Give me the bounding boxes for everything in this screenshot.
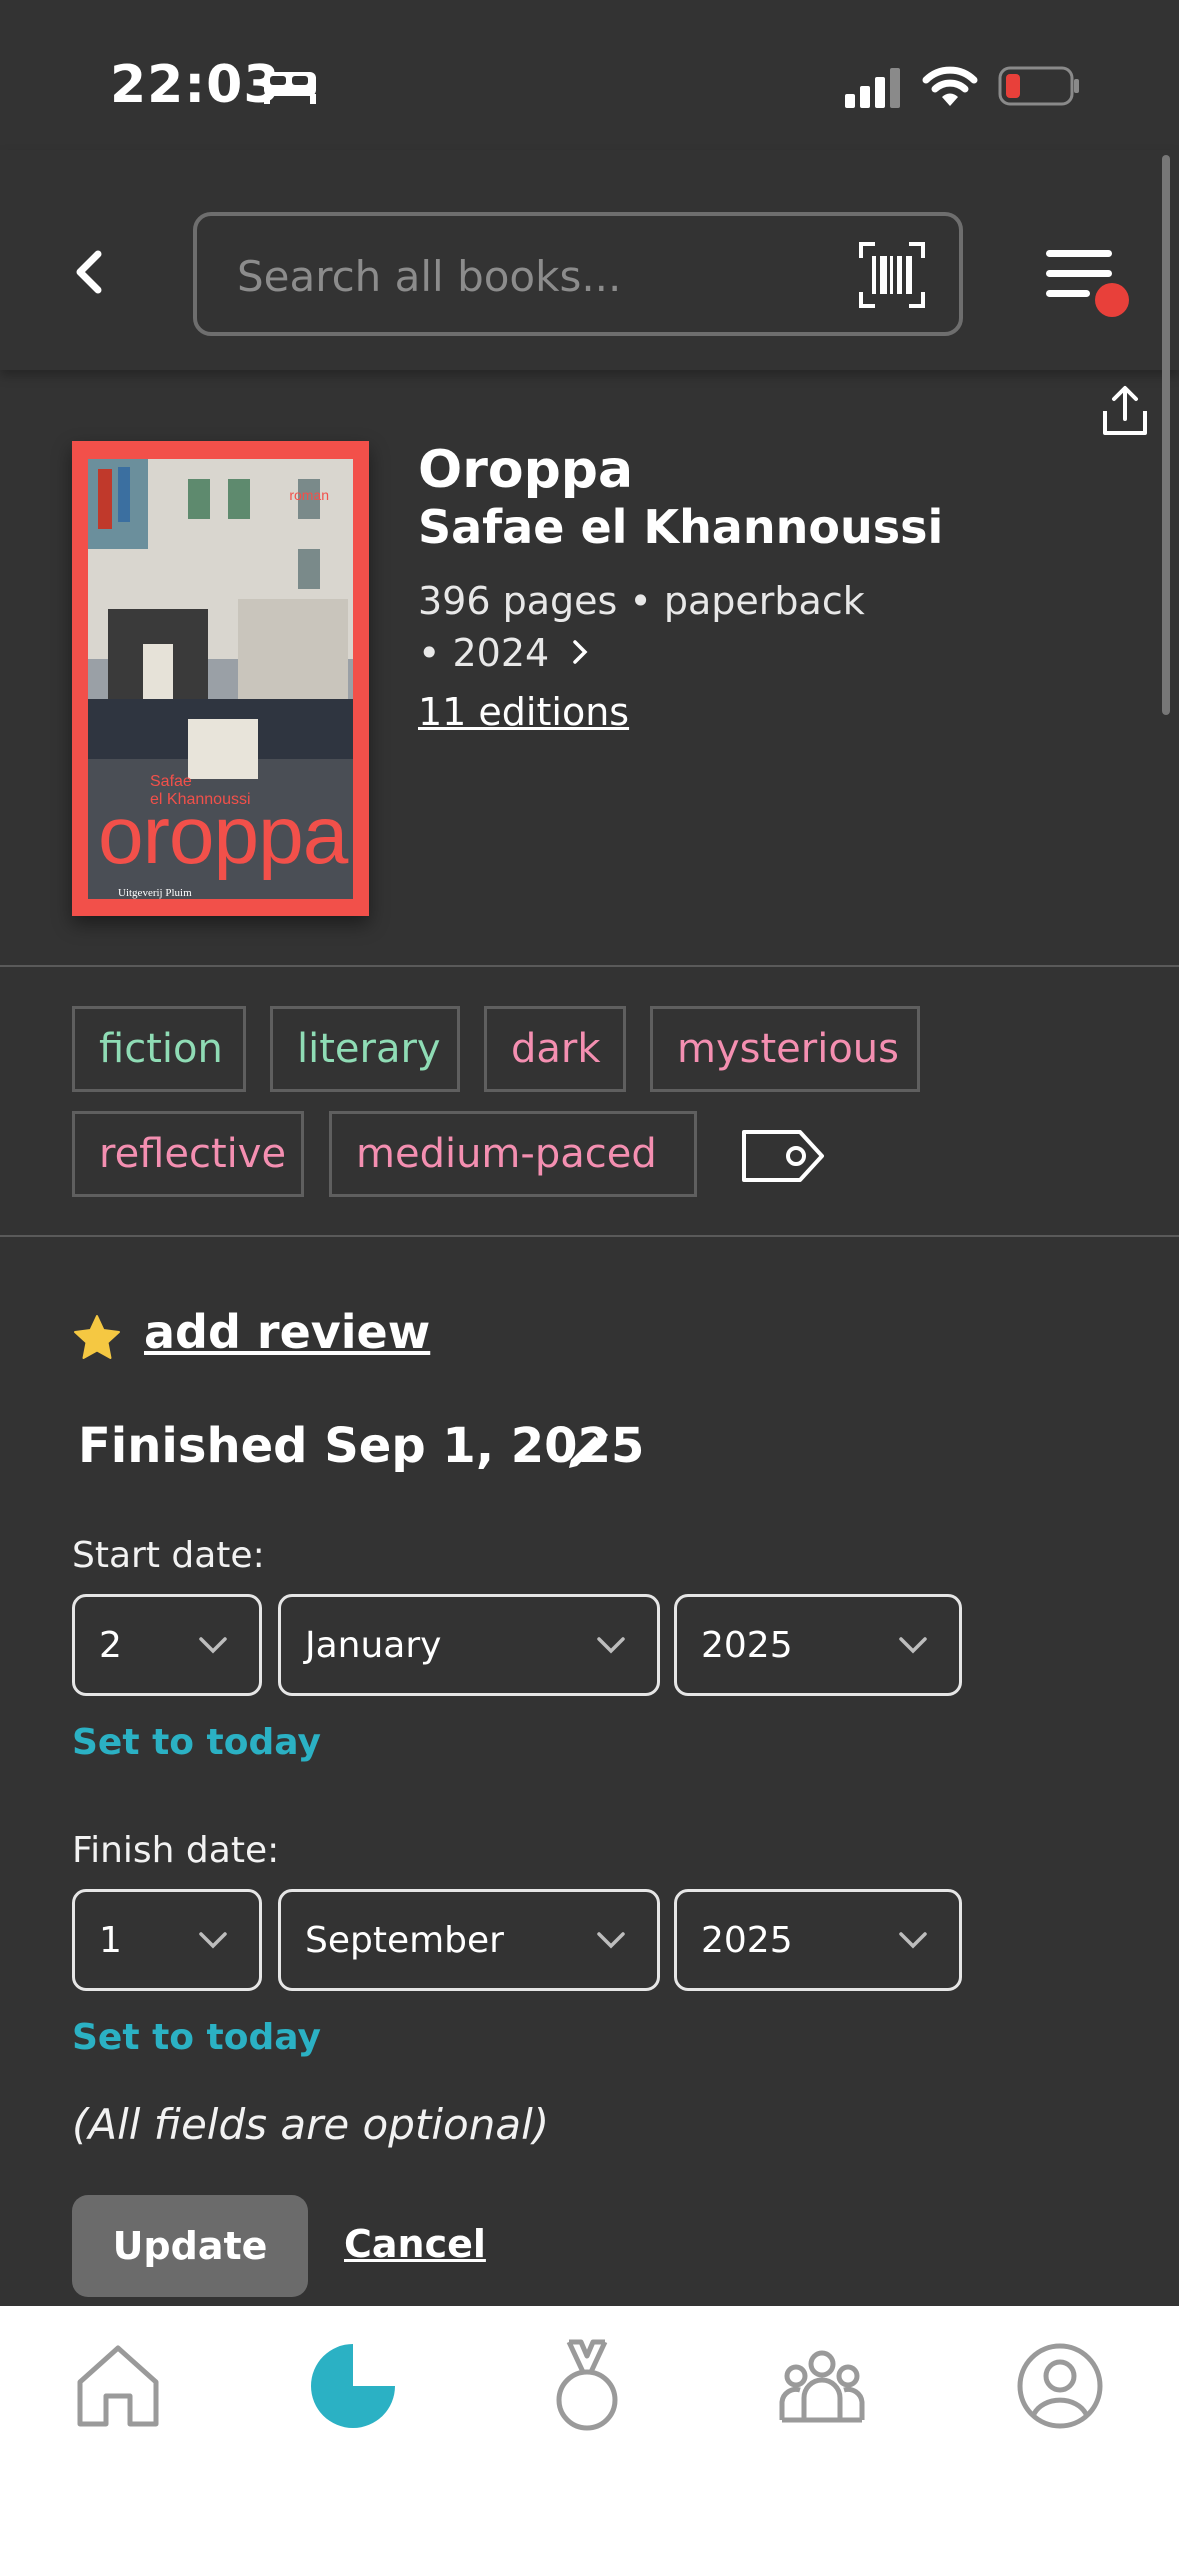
cover-title: oroppa bbox=[98, 790, 348, 881]
cellular-signal-icon bbox=[845, 68, 900, 108]
cover-publisher: Uitgeverij Pluim bbox=[118, 887, 192, 899]
select-value: 2 bbox=[99, 1625, 122, 1666]
profile-icon[interactable] bbox=[1010, 2336, 1110, 2436]
tag-label: dark bbox=[511, 1026, 601, 1072]
search-input[interactable]: Search all books... bbox=[193, 212, 963, 336]
tag-medium-paced[interactable]: medium-paced bbox=[329, 1111, 697, 1197]
status-time: 22:03 bbox=[110, 55, 281, 115]
start-year-select[interactable]: 2025 bbox=[674, 1594, 962, 1696]
select-value: 1 bbox=[99, 1920, 122, 1961]
finished-date-heading: Finished Sep 1, 2025 bbox=[78, 1418, 645, 1474]
publication-year-row: • 2024 bbox=[418, 627, 865, 679]
cover-photo: roman Safae el Khannoussi oroppa Uitgeve… bbox=[88, 459, 353, 899]
update-button[interactable]: Update bbox=[72, 2195, 308, 2297]
top-bar: Search all books... bbox=[0, 150, 1179, 370]
tag-dark[interactable]: dark bbox=[484, 1006, 626, 1092]
start-set-to-today-link[interactable]: Set to today bbox=[72, 1722, 321, 1763]
tag-label: literary bbox=[297, 1026, 441, 1072]
divider bbox=[0, 1235, 1179, 1237]
chevron-down-icon bbox=[597, 1932, 625, 1949]
finish-day-select[interactable]: 1 bbox=[72, 1889, 262, 1991]
bottom-nav bbox=[0, 2306, 1179, 2556]
add-tag-icon[interactable] bbox=[740, 1128, 826, 1184]
chevron-down-icon bbox=[899, 1637, 927, 1654]
chevron-right-icon bbox=[573, 640, 588, 664]
menu-icon[interactable] bbox=[1040, 242, 1130, 322]
battery-low-icon bbox=[998, 66, 1079, 106]
finish-set-to-today-link[interactable]: Set to today bbox=[72, 2017, 321, 2058]
finish-year-select[interactable]: 2025 bbox=[674, 1889, 962, 1991]
scrollbar[interactable] bbox=[1162, 155, 1170, 715]
chevron-down-icon bbox=[899, 1932, 927, 1949]
sleep-focus-icon bbox=[264, 72, 316, 104]
start-day-select[interactable]: 2 bbox=[72, 1594, 262, 1696]
back-icon[interactable] bbox=[60, 242, 120, 302]
status-bar: 22:03 bbox=[0, 0, 1179, 150]
tag-label: reflective bbox=[99, 1131, 287, 1177]
add-review-link[interactable]: add review bbox=[144, 1305, 430, 1359]
tag-literary[interactable]: literary bbox=[270, 1006, 460, 1092]
community-icon[interactable] bbox=[772, 2336, 872, 2436]
stats-pie-icon[interactable] bbox=[303, 2336, 403, 2436]
publication-year: • 2024 bbox=[418, 631, 550, 675]
chevron-down-icon bbox=[597, 1637, 625, 1654]
pages-format: 396 pages • paperback bbox=[418, 579, 865, 623]
tag-label: fiction bbox=[99, 1026, 223, 1072]
tag-label: mysterious bbox=[677, 1026, 899, 1072]
cover-author-line1: Safae bbox=[150, 773, 192, 790]
tag-reflective[interactable]: reflective bbox=[72, 1111, 304, 1197]
book-title: Oroppa bbox=[418, 440, 634, 500]
tag-fiction[interactable]: fiction bbox=[72, 1006, 246, 1092]
select-value: 2025 bbox=[701, 1920, 793, 1961]
finish-month-select[interactable]: September bbox=[278, 1889, 660, 1991]
tag-label: medium-paced bbox=[356, 1131, 657, 1177]
select-value: September bbox=[305, 1920, 504, 1961]
select-value: 2025 bbox=[701, 1625, 793, 1666]
start-month-select[interactable]: January bbox=[278, 1594, 660, 1696]
share-icon[interactable] bbox=[1100, 385, 1150, 437]
optional-note: (All fields are optional) bbox=[72, 2100, 550, 2149]
star-icon[interactable] bbox=[72, 1313, 122, 1363]
finish-date-label: Finish date: bbox=[72, 1830, 280, 1871]
start-date-label: Start date: bbox=[72, 1535, 265, 1576]
book-cover[interactable]: roman Safae el Khannoussi oroppa Uitgeve… bbox=[72, 441, 369, 916]
medal-icon[interactable] bbox=[537, 2336, 637, 2436]
search-placeholder: Search all books... bbox=[237, 252, 622, 301]
pencil-edit-icon[interactable] bbox=[563, 1424, 613, 1474]
cover-label-roman: roman bbox=[289, 487, 329, 503]
cancel-link[interactable]: Cancel bbox=[344, 2222, 486, 2266]
chevron-down-icon bbox=[199, 1932, 227, 1949]
chevron-down-icon bbox=[199, 1637, 227, 1654]
select-value: January bbox=[305, 1625, 442, 1666]
divider bbox=[0, 965, 1179, 967]
editions-link[interactable]: 11 editions bbox=[418, 690, 629, 734]
wifi-icon bbox=[922, 66, 978, 106]
book-author[interactable]: Safae el Khannoussi bbox=[418, 500, 943, 554]
barcode-scan-icon[interactable] bbox=[859, 242, 925, 308]
home-icon[interactable] bbox=[68, 2336, 168, 2436]
tag-mysterious[interactable]: mysterious bbox=[650, 1006, 920, 1092]
book-details[interactable]: 396 pages • paperback • 2024 bbox=[418, 575, 865, 679]
